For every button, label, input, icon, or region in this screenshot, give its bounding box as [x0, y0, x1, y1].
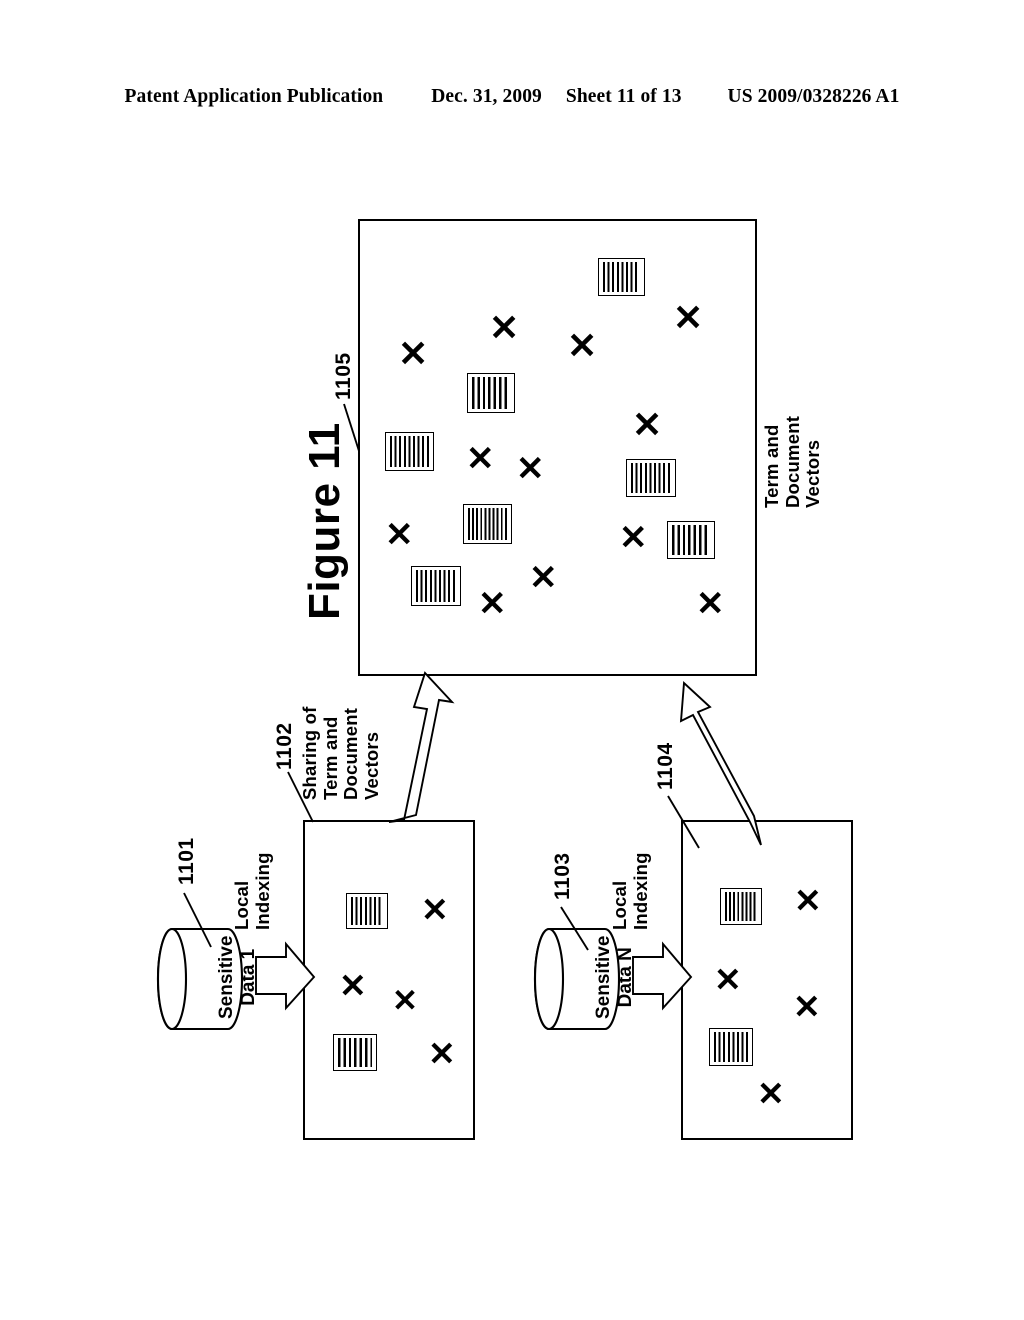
barcode-bars — [338, 1038, 372, 1067]
reference-numeral-1101: 1101 — [175, 837, 198, 885]
term-vector-x-mark-icon: ✕ — [696, 585, 725, 623]
reference-numeral-1104: 1104 — [654, 742, 677, 790]
term-vector-x-mark-icon: ✕ — [793, 988, 821, 1025]
local-indexing-label-b-line-1: Local — [609, 880, 630, 930]
sharing-label: Sharing of Term and Document Vectors — [299, 670, 383, 801]
barcode-bars — [351, 897, 383, 925]
database-n-label: Sensitive Data N — [593, 936, 638, 1019]
document-vector-barcode-icon — [346, 893, 388, 929]
term-vector-x-mark-icon: ✕ — [421, 891, 449, 928]
term-vector-x-mark-icon: ✕ — [466, 440, 495, 478]
term-vector-x-mark-icon: ✕ — [516, 450, 545, 488]
document-vector-barcode-icon — [720, 888, 762, 925]
database-1-label: Sensitive Data 1 — [216, 936, 261, 1019]
database-n-label-line-2: Data N — [615, 947, 637, 1008]
document-vector-barcode-icon — [667, 521, 715, 559]
database-n-label-line-1: Sensitive — [593, 935, 614, 1019]
term-vector-x-mark-icon: ✕ — [619, 519, 648, 557]
publication-header: Patent Application Publication Dec. 31, … — [0, 86, 1024, 108]
term-vector-x-mark-icon: ✕ — [567, 325, 598, 366]
sharing-label-line-1: Sharing of — [299, 706, 320, 800]
term-vector-x-mark-icon: ✕ — [489, 307, 520, 348]
shared-space-label-line-3: Vectors — [802, 439, 824, 508]
local-indexing-label-a-line-1: Local — [231, 880, 252, 930]
database-1-label-line-1: Sensitive — [216, 935, 237, 1019]
barcode-bars — [631, 463, 671, 493]
sharing-label-line-4: Vectors — [361, 731, 383, 800]
local-indexing-label-b: Local Indexing — [609, 838, 651, 930]
term-vector-x-mark-icon: ✕ — [714, 961, 742, 998]
document-vector-barcode-icon — [333, 1034, 377, 1071]
document-vector-barcode-icon — [467, 373, 515, 413]
shared-space-label-line-1: Term and — [761, 424, 782, 509]
patent-figure-page: Patent Application Publication Dec. 31, … — [0, 0, 1024, 1320]
term-vector-x-mark-icon: ✕ — [632, 404, 663, 445]
sheet-number: Sheet 11 of 13 — [565, 86, 682, 107]
patent-number: US 2009/0328226 A1 — [727, 86, 900, 107]
document-vector-barcode-icon — [411, 566, 461, 606]
publication-date: Dec. 31, 2009 — [431, 86, 542, 107]
term-vector-x-mark-icon: ✕ — [673, 297, 704, 338]
sharing-arrow-a — [388, 671, 455, 823]
local-indexing-label-b-line-2: Indexing — [629, 852, 651, 930]
figure-title: Figure 11 — [300, 422, 349, 620]
barcode-bars — [416, 570, 456, 602]
barcode-bars — [468, 508, 507, 540]
term-vector-x-mark-icon: ✕ — [392, 983, 418, 1018]
term-vector-x-mark-icon: ✕ — [339, 967, 367, 1004]
term-vector-x-mark-icon: ✕ — [385, 516, 414, 554]
shared-space-label-line-2: Document — [781, 415, 803, 508]
barcode-bars — [672, 525, 710, 555]
database-1-label-line-2: Data 1 — [238, 948, 260, 1006]
reference-numeral-1103: 1103 — [551, 852, 574, 900]
sharing-label-line-2: Term and — [319, 716, 341, 801]
database-sensitive-data-1: Sensitive Data 1 — [152, 925, 259, 1033]
local-indexing-label-a-line-2: Indexing — [251, 852, 273, 930]
reference-numeral-1102: 1102 — [273, 722, 296, 770]
barcode-bars — [725, 892, 757, 921]
barcode-bars — [714, 1032, 748, 1062]
document-vector-barcode-icon — [709, 1028, 753, 1066]
publication-title: Patent Application Publication — [124, 86, 384, 107]
barcode-bars — [390, 436, 429, 467]
term-vector-x-mark-icon: ✕ — [478, 585, 507, 623]
reference-numeral-1105: 1105 — [332, 352, 355, 400]
barcode-bars — [472, 377, 510, 409]
term-vector-x-mark-icon: ✕ — [757, 1075, 785, 1112]
barcode-bars — [603, 262, 640, 292]
shared-space-label: Term and Document Vectors — [761, 388, 824, 509]
local-index-node-a-box — [303, 820, 475, 1140]
term-vector-x-mark-icon: ✕ — [794, 882, 822, 919]
term-vector-x-mark-icon: ✕ — [529, 559, 558, 597]
document-vector-barcode-icon — [598, 258, 645, 296]
document-vector-barcode-icon — [626, 459, 676, 497]
local-indexing-label-a: Local Indexing — [231, 838, 273, 930]
term-vector-x-mark-icon: ✕ — [398, 333, 429, 374]
document-vector-barcode-icon — [385, 432, 434, 471]
document-vector-barcode-icon — [463, 504, 512, 544]
term-vector-x-mark-icon: ✕ — [428, 1035, 456, 1072]
database-sensitive-data-n: Sensitive Data N — [529, 925, 636, 1033]
sharing-label-line-3: Document — [340, 707, 362, 800]
